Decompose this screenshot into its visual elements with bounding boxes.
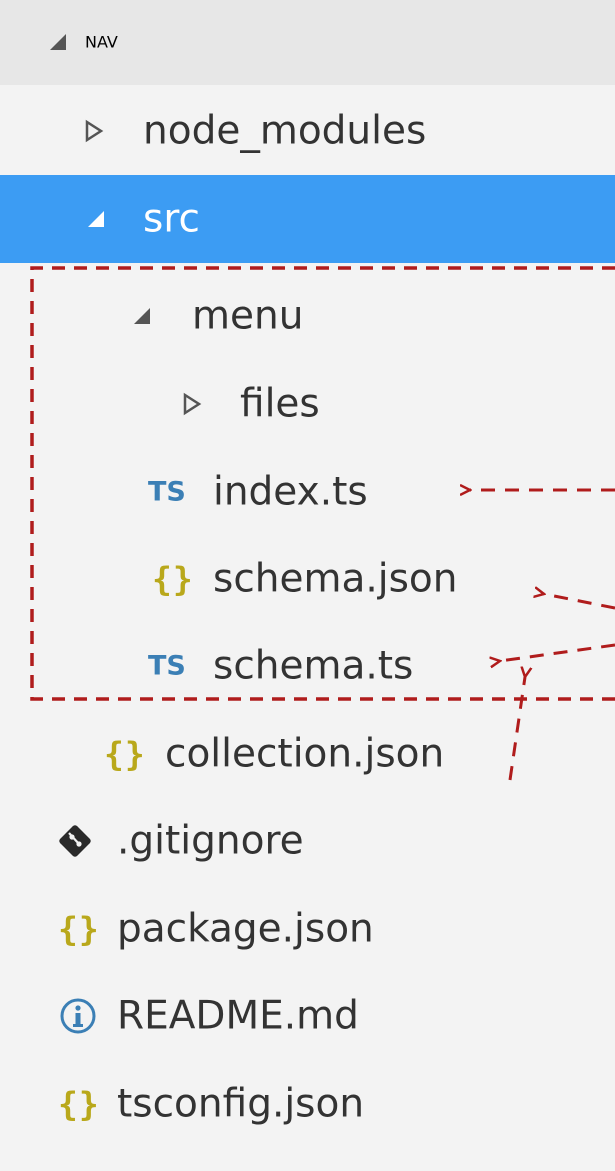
tree-item-label: node_modules (143, 108, 427, 154)
tree-item-label: tsconfig.json (117, 1081, 365, 1127)
tree-item-label: schema.json (213, 556, 458, 602)
tree-item-tsconfig-json[interactable]: {} tsconfig.json (0, 1060, 615, 1148)
json-icon: {} (58, 1084, 100, 1124)
info-icon (60, 998, 96, 1034)
tree-item-label: package.json (117, 906, 374, 952)
tree-item-label: index.ts (213, 469, 368, 515)
chevron-right-icon (183, 392, 202, 416)
tree-item-gitignore[interactable]: .gitignore (0, 797, 615, 885)
tree-item-label: menu (192, 293, 304, 339)
section-title: NAV (85, 32, 118, 52)
tree-item-schema-json[interactable]: {} schema.json (0, 535, 615, 623)
tree-item-menu[interactable]: menu (0, 272, 615, 360)
tree-item-label: .gitignore (117, 818, 304, 864)
git-icon (59, 825, 91, 857)
json-icon: {} (152, 559, 194, 599)
tree-item-index-ts[interactable]: TS index.ts (0, 448, 615, 536)
tree-item-label: files (240, 381, 320, 427)
tree-item-schema-ts[interactable]: TS schema.ts (0, 622, 615, 710)
json-icon: {} (104, 734, 146, 774)
section-header-nav[interactable]: NAV (0, 0, 615, 85)
typescript-icon: TS (148, 650, 186, 682)
typescript-icon: TS (148, 476, 186, 508)
tree-item-src[interactable]: src (0, 175, 615, 263)
tree-item-node-modules[interactable]: node_modules (0, 87, 615, 175)
tree-item-collection-json[interactable]: {} collection.json (0, 710, 615, 798)
tree-item-package-json[interactable]: {} package.json (0, 885, 615, 973)
tree-item-label: schema.ts (213, 643, 414, 689)
tree-item-readme-md[interactable]: README.md (0, 972, 615, 1060)
tree-item-label: collection.json (165, 731, 445, 777)
json-icon: {} (58, 909, 100, 949)
file-explorer: NAV node_modules src menu files TS index… (0, 0, 615, 1171)
chevron-down-icon (88, 211, 104, 227)
tree-item-files[interactable]: files (0, 360, 615, 448)
chevron-right-icon (85, 119, 104, 143)
chevron-down-icon (50, 34, 66, 50)
chevron-down-icon (134, 308, 150, 324)
tree-item-label: src (143, 196, 200, 242)
tree-item-label: README.md (117, 993, 359, 1039)
